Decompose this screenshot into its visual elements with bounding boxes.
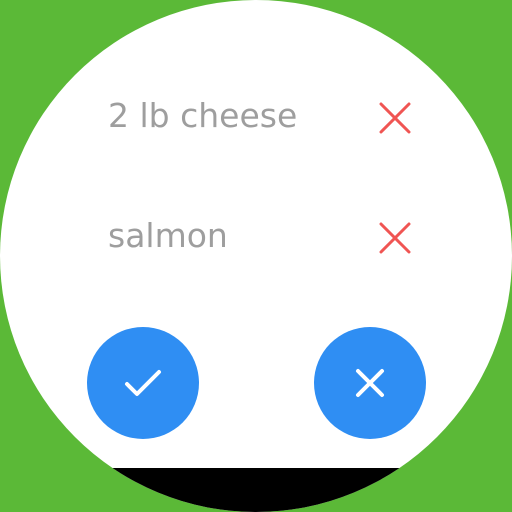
app-screen: 2 lb cheese salmon (0, 0, 512, 512)
bottom-bar (0, 468, 512, 512)
remove-item-button[interactable] (378, 221, 412, 255)
confirm-button[interactable] (87, 327, 199, 439)
close-icon (379, 102, 411, 134)
check-icon (125, 370, 161, 396)
close-icon (379, 222, 411, 254)
list-item: 2 lb cheese (0, 82, 512, 152)
remove-item-button[interactable] (378, 101, 412, 135)
watch-face: 2 lb cheese salmon (0, 0, 512, 512)
close-icon (356, 369, 384, 397)
list-item: salmon (0, 202, 512, 272)
cancel-button[interactable] (314, 327, 426, 439)
item-label: salmon (108, 216, 228, 255)
item-label: 2 lb cheese (108, 96, 298, 135)
